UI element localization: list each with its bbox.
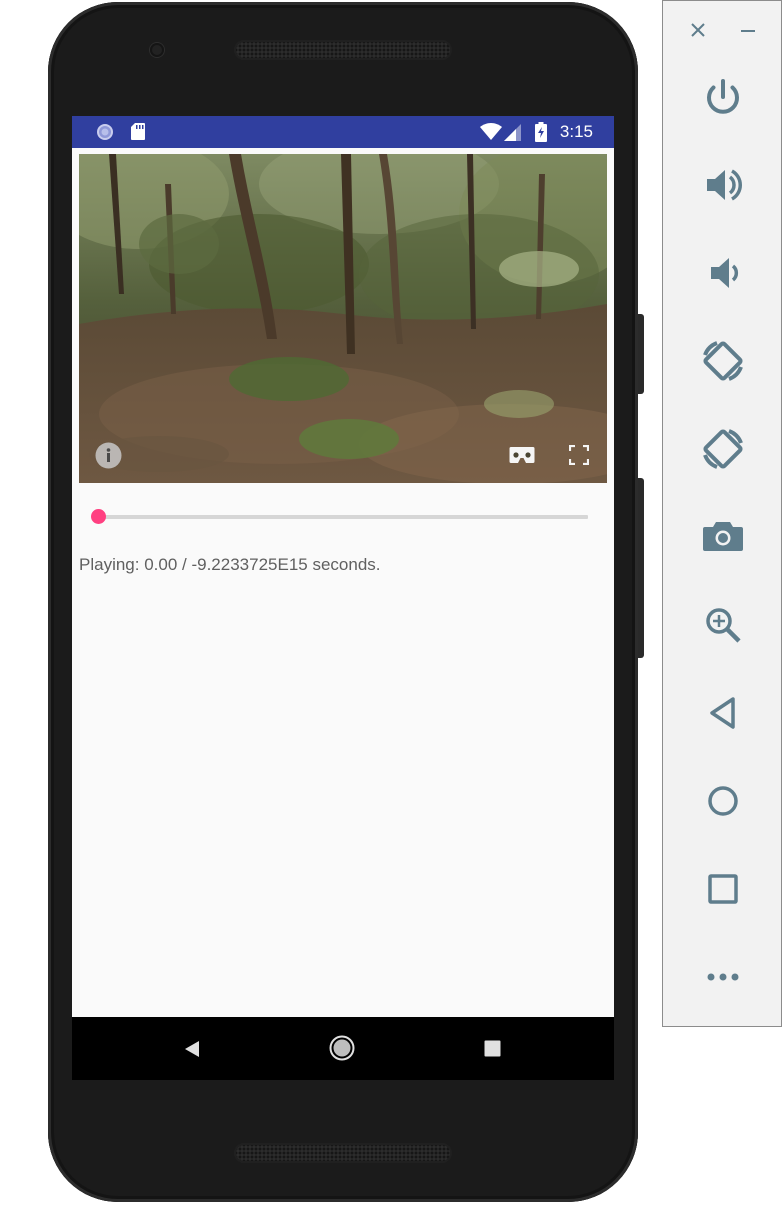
back-icon[interactable] bbox=[695, 685, 751, 741]
sync-icon bbox=[96, 123, 114, 146]
seek-thumb[interactable] bbox=[91, 509, 106, 524]
battery-charging-icon bbox=[535, 122, 547, 147]
video-view[interactable] bbox=[79, 154, 607, 483]
rotate-right-icon[interactable] bbox=[695, 421, 751, 477]
volume-down-icon[interactable] bbox=[695, 245, 751, 301]
zoom-icon[interactable] bbox=[695, 597, 751, 653]
wifi-icon bbox=[480, 123, 502, 145]
status-bar: 3:15 bbox=[72, 116, 614, 148]
forest-video-frame bbox=[79, 154, 607, 483]
cellular-signal-icon bbox=[504, 124, 522, 146]
hardware-volume-rocker bbox=[638, 478, 644, 658]
overview-icon[interactable] bbox=[695, 861, 751, 917]
emulator-window: 3:15 Playing: 0.00 / -9.2233725E15 secon… bbox=[0, 0, 784, 1222]
device-screen: 3:15 Playing: 0.00 / -9.2233725E15 secon… bbox=[72, 116, 614, 1080]
back-icon[interactable] bbox=[182, 1039, 202, 1064]
volume-up-icon[interactable] bbox=[695, 157, 751, 213]
hardware-power-button bbox=[638, 314, 644, 394]
cardboard-vr-icon[interactable] bbox=[509, 446, 535, 464]
emulator-toolbar bbox=[662, 0, 782, 1027]
navigation-bar bbox=[72, 1017, 614, 1080]
fullscreen-icon[interactable] bbox=[569, 445, 589, 465]
seek-bar[interactable] bbox=[91, 507, 588, 527]
front-camera bbox=[150, 43, 164, 57]
more-icon[interactable] bbox=[695, 949, 751, 1005]
close-icon[interactable] bbox=[689, 21, 707, 44]
top-speaker-grille bbox=[234, 40, 452, 60]
bottom-speaker-grille bbox=[234, 1143, 452, 1163]
rotate-left-icon[interactable] bbox=[695, 333, 751, 389]
home-icon[interactable] bbox=[329, 1035, 355, 1066]
clock: 3:15 bbox=[559, 122, 593, 141]
playback-status-text: Playing: 0.00 / -9.2233725E15 seconds. bbox=[79, 555, 381, 574]
camera-icon[interactable] bbox=[695, 509, 751, 565]
seek-track bbox=[92, 515, 588, 519]
sd-card-icon bbox=[130, 122, 146, 146]
minimize-icon[interactable] bbox=[739, 21, 757, 44]
home-icon[interactable] bbox=[695, 773, 751, 829]
power-icon[interactable] bbox=[695, 69, 751, 125]
recents-icon[interactable] bbox=[484, 1040, 501, 1062]
info-icon[interactable] bbox=[95, 442, 122, 469]
